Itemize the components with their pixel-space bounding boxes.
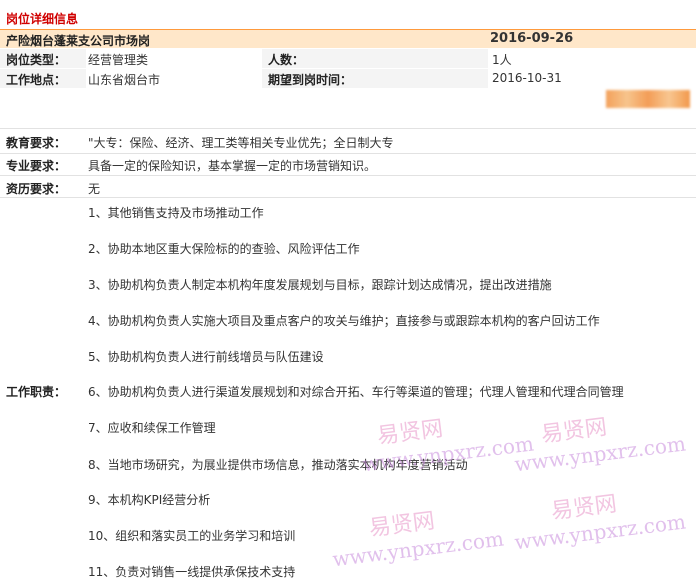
duty-item: 10、组织和落实员工的业务学习和培训	[88, 529, 296, 543]
duty-item: 8、当地市场研究，为展业提供市场信息，推动落实本机构年度营销活动	[88, 458, 468, 472]
major-label: 专业要求：	[6, 159, 67, 173]
divider	[0, 197, 696, 198]
divider	[0, 153, 696, 154]
duty-item: 7、应收和续保工作管理	[88, 421, 216, 435]
watermark: 易贤网 www.ynpxrz.com	[513, 414, 688, 477]
info-row-location: 工作地点： 山东省烟台市 期望到岗时间： 2016-10-31	[0, 69, 696, 88]
arrival-value: 2016-10-31	[492, 71, 562, 85]
location-value: 山东省烟台市	[88, 73, 161, 87]
publish-date: 2016-09-26	[490, 31, 574, 46]
duty-item: 5、协助机构负责人进行前线增员与队伍建设	[88, 350, 324, 364]
watermark: 易贤网 www.ynpxrz.com	[513, 491, 688, 555]
education-value: "大专：保险、经济、理工类等相关专业优先；全日制大专	[88, 136, 394, 150]
job-header-row: 产险烟台蓬莱支公司市场岗 2016-09-26	[0, 30, 696, 48]
major-value: 具备一定的保险知识，基本掌握一定的市场营销知识。	[88, 159, 377, 173]
blurred-button[interactable]	[606, 90, 690, 108]
section-title: 岗位详细信息	[6, 12, 79, 26]
watermark: 易贤网 www.ynpxrz.com	[331, 508, 506, 572]
type-value: 经营管理类	[88, 53, 149, 67]
arrival-label: 期望到岗时间：	[268, 73, 353, 87]
job-title: 产险烟台蓬莱支公司市场岗	[6, 34, 151, 48]
divider	[0, 128, 696, 129]
duty-item: 9、本机构KPI经营分析	[88, 493, 211, 507]
count-label: 人数：	[268, 53, 305, 67]
duty-item: 1、其他销售支持及市场推动工作	[88, 206, 264, 220]
duty-item: 4、协助机构负责人实施大项目及重点客户的攻关与维护；直接参与或跟踪本机构的客户回…	[88, 314, 600, 328]
duty-item: 3、协助机构负责人制定本机构年度发展规划与目标，跟踪计划达成情况，提出改进措施	[88, 278, 552, 292]
divider	[0, 175, 696, 176]
duties-label: 工作职责：	[6, 385, 67, 399]
info-row-type: 岗位类型： 经营管理类 人数： 1人	[0, 49, 696, 68]
duty-item: 6、协助机构负责人进行渠道发展规划和对综合开拓、车行等渠道的管理；代理人管理和代…	[88, 385, 624, 399]
experience-label: 资历要求：	[6, 182, 67, 196]
type-label: 岗位类型：	[6, 53, 67, 67]
location-label: 工作地点：	[6, 73, 67, 87]
duty-item: 11、负责对销售一线提供承保技术支持	[88, 565, 296, 579]
count-value: 1人	[492, 53, 512, 67]
experience-value: 无	[88, 182, 101, 196]
duty-item: 2、协助本地区重大保险标的的查验、风险评估工作	[88, 242, 360, 256]
education-label: 教育要求：	[6, 136, 67, 150]
